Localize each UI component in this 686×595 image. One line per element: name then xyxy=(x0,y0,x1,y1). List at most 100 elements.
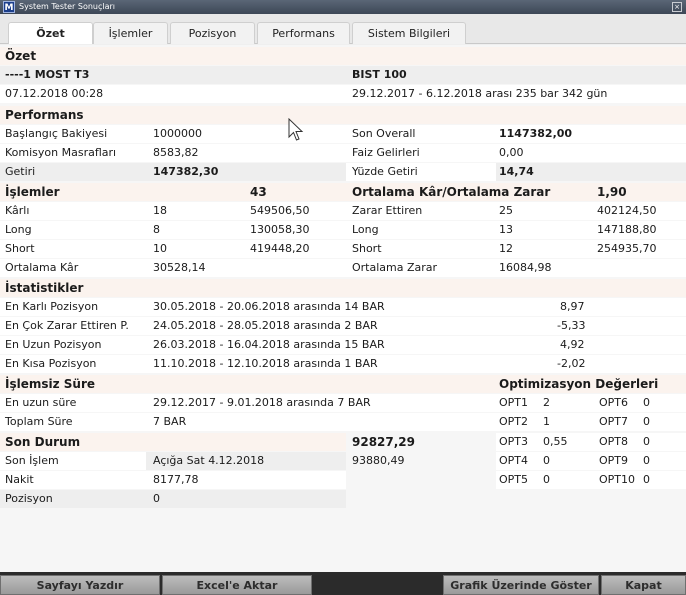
section-header-islemler: İşlemler 43 Ortalama Kâr/Ortalama Zarar … xyxy=(0,183,686,201)
status-row: Pozisyon 0 xyxy=(0,490,686,508)
row-label: Kârlı xyxy=(5,204,30,217)
section-title: İşlemler xyxy=(5,185,60,199)
row-text: 29.12.2017 - 9.01.2018 arasında 7 BAR xyxy=(153,396,371,409)
tab-bar: Özet İşlemler Pozisyon Performans Sistem… xyxy=(0,14,686,44)
row-text: 11.10.2018 - 12.10.2018 arasında 1 BAR xyxy=(153,357,378,370)
row-value: 254935,70 xyxy=(597,242,657,255)
row-label: Yüzde Getiri xyxy=(352,165,418,178)
summary-row: 07.12.2018 00:28 29.12.2017 - 6.12.2018 … xyxy=(0,85,686,103)
performance-row: Komisyon Masrafları 8583,82 Faiz Gelirle… xyxy=(0,144,686,162)
row-count: 12 xyxy=(499,242,513,255)
opt-value: 0 xyxy=(643,454,650,467)
section-header-son-durum: Son Durum 92827,29 OPT3 0,55 OPT8 0 xyxy=(0,433,686,451)
stats-row: En Kısa Pozisyon 11.10.2018 - 12.10.2018… xyxy=(0,355,686,373)
opt-value: 0 xyxy=(643,396,650,409)
performance-row: Getiri 147382,30 Yüzde Getiri 14,74 xyxy=(0,163,686,181)
row-value: 8583,82 xyxy=(153,146,199,159)
row-label: Ortalama Kâr xyxy=(5,261,79,274)
row-value: 8177,78 xyxy=(153,473,199,486)
row-extra: 93880,49 xyxy=(352,454,405,467)
section-header-istatistikler: İstatistikler xyxy=(0,279,686,297)
show-on-chart-button[interactable]: Grafik Üzerinde Göster xyxy=(443,575,599,595)
row-label: En Çok Zarar Ettiren P. xyxy=(5,319,129,332)
tab-islemler[interactable]: İşlemler xyxy=(93,22,168,44)
trades-row: Short 10 419448,20 Short 12 254935,70 xyxy=(0,240,686,258)
section-header-islemsiz: İşlemsiz Süre Optimizasyon Değerleri xyxy=(0,375,686,393)
row-label: En uzun süre xyxy=(5,396,77,409)
row-label: Toplam Süre xyxy=(5,415,73,428)
opt-value: 1 xyxy=(543,415,550,428)
close-button[interactable]: Kapat xyxy=(601,575,686,595)
summary-row: ----1 MOST T3 BIST 100 xyxy=(0,66,686,84)
section-header-ozet: Özet xyxy=(0,47,686,65)
stats-row: En Uzun Pozisyon 26.03.2018 - 16.04.2018… xyxy=(0,336,686,354)
section-title: Özet xyxy=(5,49,37,63)
stats-row: En Karlı Pozisyon 30.05.2018 - 20.06.201… xyxy=(0,298,686,316)
row-count: 30528,14 xyxy=(153,261,206,274)
status-row: Son İşlem Açığa Sat 4.12.2018 93880,49 O… xyxy=(0,452,686,470)
action-bar: Sayfayı Yazdır Excel'e Aktar Grafik Üzer… xyxy=(0,572,686,595)
app-logo-icon: M xyxy=(3,1,15,13)
row-label: Long xyxy=(352,223,379,236)
row-label: Short xyxy=(352,242,382,255)
opt-value: 0 xyxy=(643,435,650,448)
row-count: 10 xyxy=(153,242,167,255)
opt-key: OPT4 xyxy=(499,454,529,467)
tab-performans[interactable]: Performans xyxy=(257,22,350,44)
row-text: 30.05.2018 - 20.06.2018 arasında 14 BAR xyxy=(153,300,385,313)
row-value: -5,33 xyxy=(557,319,586,332)
tab-sistem-bilgileri[interactable]: Sistem Bilgileri xyxy=(352,22,466,44)
row-count: 18 xyxy=(153,204,167,217)
profit-loss-ratio: 1,90 xyxy=(597,185,627,199)
row-label: Nakit xyxy=(5,473,34,486)
section-title: Ortalama Kâr/Ortalama Zarar xyxy=(352,185,551,199)
opt-key: OPT1 xyxy=(499,396,529,409)
row-label: Long xyxy=(5,223,32,236)
print-page-button[interactable]: Sayfayı Yazdır xyxy=(0,575,160,595)
opt-key: OPT9 xyxy=(599,454,629,467)
export-excel-button[interactable]: Excel'e Aktar xyxy=(162,575,312,595)
row-count: 8 xyxy=(153,223,160,236)
row-count: 25 xyxy=(499,204,513,217)
trade-count: 43 xyxy=(250,185,267,199)
section-title: İşlemsiz Süre xyxy=(5,377,96,391)
opt-key: OPT5 xyxy=(499,473,529,486)
row-label: En Kısa Pozisyon xyxy=(5,357,97,370)
idle-row: En uzun süre 29.12.2017 - 9.01.2018 aras… xyxy=(0,394,686,412)
test-date: 07.12.2018 00:28 xyxy=(5,87,104,100)
opt-key: OPT2 xyxy=(499,415,529,428)
row-label: Zarar Ettiren xyxy=(352,204,423,217)
row-value: Açığa Sat 4.12.2018 xyxy=(153,454,265,467)
opt-key: OPT8 xyxy=(599,435,629,448)
trades-row: Kârlı 18 549506,50 Zarar Ettiren 25 4021… xyxy=(0,202,686,220)
row-label: Son Overall xyxy=(352,127,416,140)
close-icon[interactable]: × xyxy=(672,2,682,12)
test-range: 29.12.2017 - 6.12.2018 arası 235 bar 342… xyxy=(352,87,608,100)
section-title: İstatistikler xyxy=(5,281,84,295)
tab-pozisyon[interactable]: Pozisyon xyxy=(170,22,255,44)
row-label: Getiri xyxy=(5,165,36,178)
row-value: 0 xyxy=(153,492,160,505)
row-band xyxy=(0,66,686,84)
row-value: 1147382,00 xyxy=(499,127,573,140)
opt-value: 0 xyxy=(643,415,650,428)
row-value: 0,00 xyxy=(499,146,524,159)
tab-ozet[interactable]: Özet xyxy=(8,22,93,44)
row-label: Komisyon Masrafları xyxy=(5,146,117,159)
row-label: Short xyxy=(5,242,35,255)
row-value: 419448,20 xyxy=(250,242,310,255)
performance-row: Başlangıç Bakiyesi 1000000 Son Overall 1… xyxy=(0,125,686,143)
row-text: 26.03.2018 - 16.04.2018 arasında 15 BAR xyxy=(153,338,385,351)
idle-row: Toplam Süre 7 BAR OPT2 1 OPT7 0 xyxy=(0,413,686,431)
opt-value: 0 xyxy=(543,454,550,467)
section-title: Optimizasyon Değerleri xyxy=(499,377,659,391)
opt-value: 0 xyxy=(543,473,550,486)
opt-key: OPT10 xyxy=(599,473,636,486)
window-title: System Tester Sonuçları xyxy=(19,2,116,11)
summary-panel: Özet ----1 MOST T3 BIST 100 07.12.2018 0… xyxy=(0,45,686,572)
section-title: Performans xyxy=(5,108,84,122)
row-value: 4,92 xyxy=(560,338,585,351)
opt-value: 0 xyxy=(643,473,650,486)
section-title: Son Durum xyxy=(5,435,81,449)
row-label: En Uzun Pozisyon xyxy=(5,338,102,351)
